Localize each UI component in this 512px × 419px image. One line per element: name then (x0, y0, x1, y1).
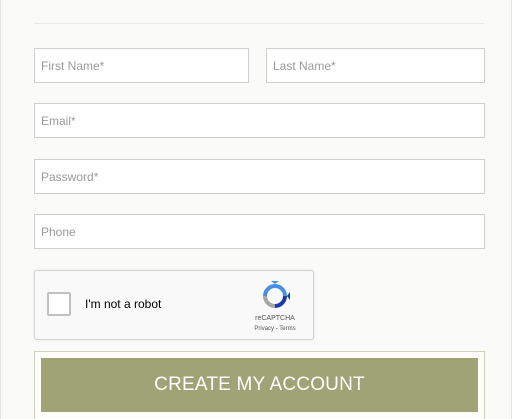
recaptcha-logo-icon (263, 281, 290, 308)
submit-button-wrapper: CREATE MY ACCOUNT (34, 351, 485, 419)
recaptcha-widget: I'm not a robot reCAPTCHA Privacy - Term… (34, 270, 314, 340)
recaptcha-checkbox[interactable] (47, 292, 71, 316)
first-name-input[interactable] (35, 49, 248, 82)
recaptcha-label: I'm not a robot (85, 297, 162, 311)
phone-field[interactable] (34, 214, 485, 249)
last-name-input[interactable] (267, 49, 484, 82)
email-field[interactable] (34, 103, 485, 138)
last-name-field[interactable] (266, 48, 485, 83)
create-account-button[interactable]: CREATE MY ACCOUNT (41, 358, 478, 412)
password-field[interactable] (34, 159, 485, 194)
phone-input[interactable] (35, 215, 484, 248)
password-input[interactable] (35, 160, 484, 193)
email-input[interactable] (35, 104, 484, 137)
first-name-field[interactable] (34, 48, 249, 83)
recaptcha-brand: reCAPTCHA (255, 315, 295, 322)
top-divider (34, 23, 484, 24)
recaptcha-privacy-terms[interactable]: Privacy - Terms (240, 326, 310, 332)
